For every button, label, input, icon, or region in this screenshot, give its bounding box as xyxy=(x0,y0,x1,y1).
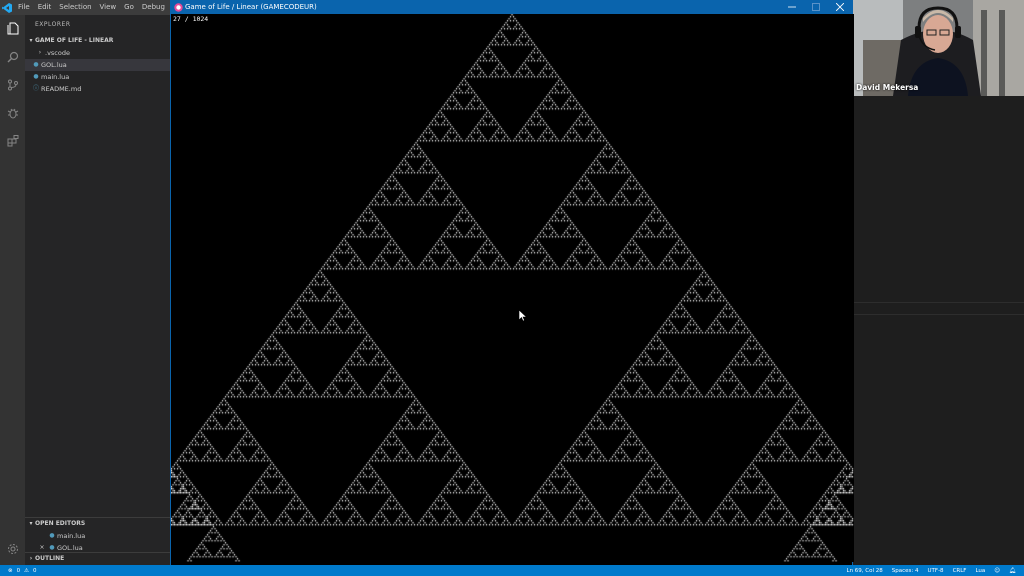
mouse-pointer-icon xyxy=(519,310,527,322)
minimize-button[interactable] xyxy=(780,0,804,14)
menubar: File Edit Selection View Go Debug xyxy=(0,0,170,15)
warning-icon[interactable]: ⚠ xyxy=(24,568,29,574)
tree-item-gol-lua[interactable]: ● GOL.lua xyxy=(25,59,170,71)
info-file-icon: ⓘ xyxy=(32,85,39,92)
webcam-video-image xyxy=(853,0,1024,96)
indentation[interactable]: Spaces: 4 xyxy=(892,568,919,574)
game-window-titlebar[interactable]: Game of Life / Linear (GAMECODEUR) xyxy=(171,0,852,14)
notifications-bell-icon[interactable]: 🔔︎ xyxy=(1009,568,1016,574)
error-count[interactable]: 0 xyxy=(17,568,21,574)
vscode-logo-icon xyxy=(0,0,14,15)
open-editors-title: OPEN EDITORS xyxy=(35,520,86,527)
lua-file-icon: ● xyxy=(33,61,39,68)
chevron-down-icon: ▾ xyxy=(29,520,33,527)
folder-name: GAME OF LIFE - LINEAR xyxy=(35,37,114,44)
outline-section: › OUTLINE xyxy=(25,552,170,565)
error-icon[interactable]: ⊗ xyxy=(8,568,13,574)
statusbar: ⊗ 0 ⚠ 0 Ln 69, Col 28 Spaces: 4 UTF-8 CR… xyxy=(0,565,1024,576)
cellular-automaton-canvas[interactable] xyxy=(171,14,854,562)
open-editors-section: ▾ OPEN EDITORS ● main.lua × ● GOL.lua xyxy=(25,517,170,554)
tree-item-label: GOL.lua xyxy=(41,61,67,69)
outline-title: OUTLINE xyxy=(35,555,65,562)
menu-go[interactable]: Go xyxy=(120,0,138,15)
editor-divider xyxy=(853,302,1024,303)
source-control-icon[interactable] xyxy=(5,77,20,92)
tree-item-readme[interactable]: ⓘ README.md xyxy=(25,83,170,95)
menu-file[interactable]: File xyxy=(14,0,34,15)
lua-file-icon: ● xyxy=(33,73,39,80)
tree-item-main-lua[interactable]: ● main.lua xyxy=(25,71,170,83)
settings-gear-icon[interactable] xyxy=(5,541,20,556)
generation-counter: 27 / 1024 xyxy=(173,15,209,23)
open-editors-header[interactable]: ▾ OPEN EDITORS xyxy=(25,518,170,530)
warning-count[interactable]: 0 xyxy=(33,568,37,574)
menu-edit[interactable]: Edit xyxy=(34,0,56,15)
open-editor-main-lua[interactable]: ● main.lua xyxy=(25,530,170,542)
open-editor-label: main.lua xyxy=(57,532,86,540)
maximize-button[interactable] xyxy=(804,0,828,14)
search-icon[interactable] xyxy=(5,49,20,64)
feedback-icon[interactable]: ☺ xyxy=(994,568,1000,574)
chevron-right-icon: › xyxy=(29,555,33,562)
tree-item-vscode[interactable]: › .vscode xyxy=(25,47,170,59)
explorer-title: EXPLORER xyxy=(35,21,71,28)
extensions-icon[interactable] xyxy=(5,133,20,148)
menu-view[interactable]: View xyxy=(96,0,121,15)
activity-bar xyxy=(0,15,25,565)
language-mode[interactable]: Lua xyxy=(975,568,985,574)
love-app-icon xyxy=(171,0,185,14)
end-of-line[interactable]: CRLF xyxy=(953,568,967,574)
game-window-title: Game of Life / Linear (GAMECODEUR) xyxy=(185,3,317,11)
close-window-button[interactable] xyxy=(828,0,852,14)
tree-item-label: .vscode xyxy=(45,49,70,57)
cursor-position[interactable]: Ln 69, Col 28 xyxy=(847,568,883,574)
tree-item-label: main.lua xyxy=(41,73,70,81)
tree-item-label: README.md xyxy=(41,85,82,93)
chevron-down-icon: ▾ xyxy=(29,37,33,44)
chevron-right-icon: › xyxy=(38,49,42,56)
folder-header[interactable]: ▾ GAME OF LIFE - LINEAR xyxy=(25,35,170,47)
explorer-sidebar: EXPLORER ▾ GAME OF LIFE - LINEAR › .vsco… xyxy=(25,15,170,565)
game-window[interactable]: Game of Life / Linear (GAMECODEUR) 27 / … xyxy=(170,0,854,565)
editor-divider xyxy=(853,314,1024,315)
menu-debug[interactable]: Debug xyxy=(138,0,169,15)
outline-header[interactable]: › OUTLINE xyxy=(25,553,170,565)
webcam-overlay: David Mekersa xyxy=(853,0,1024,96)
editor-area xyxy=(853,96,1024,565)
webcam-name-label: David Mekersa xyxy=(856,83,919,92)
lua-file-icon: ● xyxy=(49,532,55,539)
menu-selection[interactable]: Selection xyxy=(55,0,95,15)
debug-icon[interactable] xyxy=(5,105,20,120)
files-icon[interactable] xyxy=(5,21,20,36)
file-encoding[interactable]: UTF-8 xyxy=(928,568,944,574)
